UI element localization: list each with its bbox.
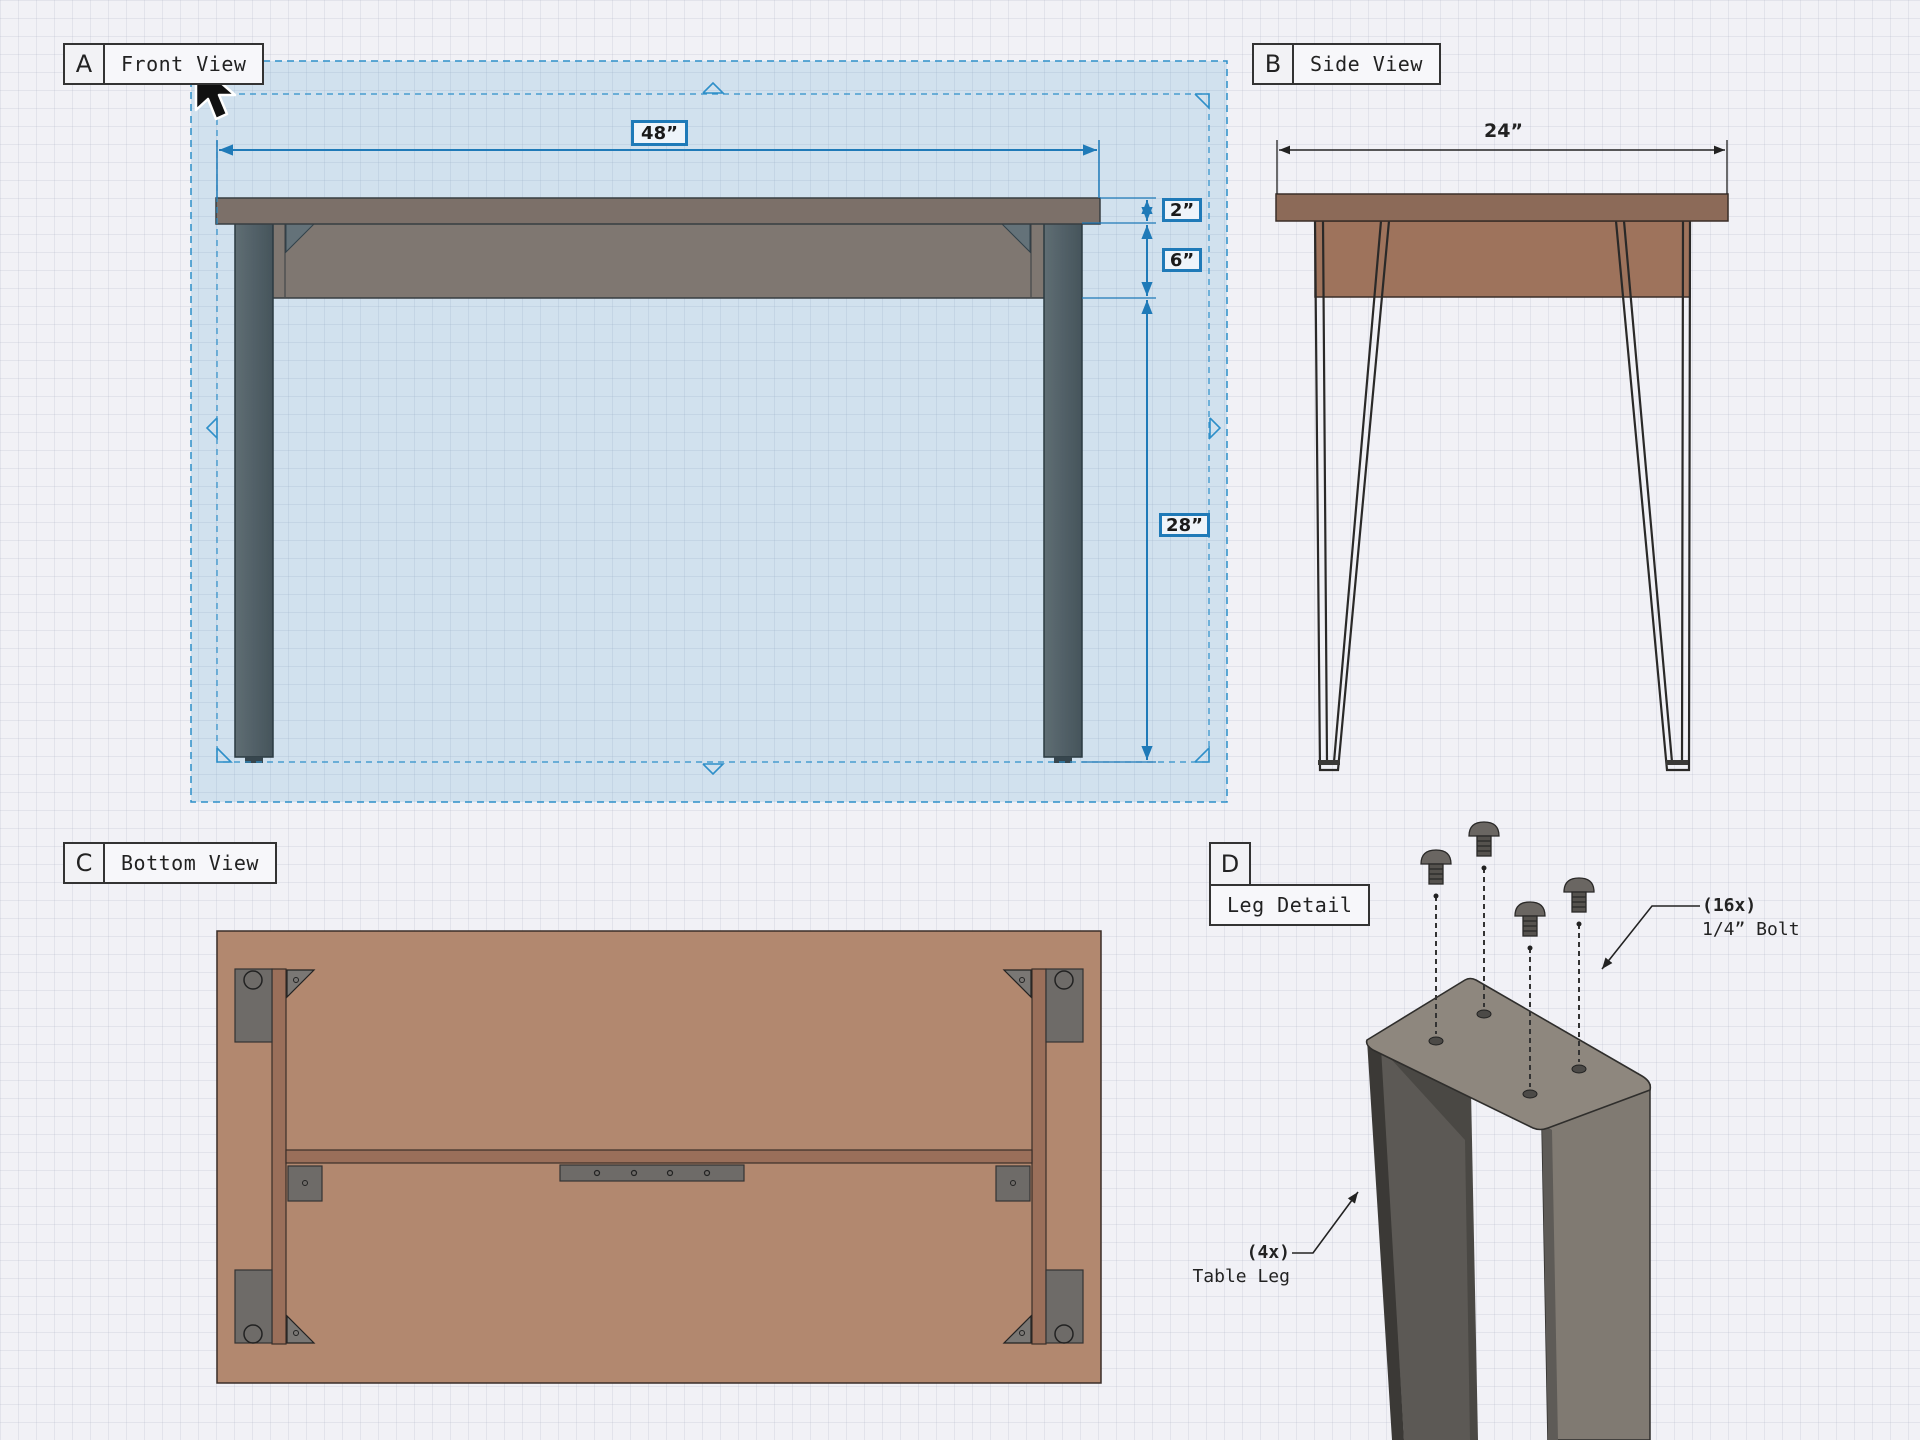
leg-front-face <box>1541 1083 1651 1440</box>
selection-box[interactable] <box>190 60 1228 803</box>
drawing-canvas <box>190 59 1729 1440</box>
dimension-label-width[interactable]: 48” <box>631 120 688 146</box>
side-hairpin-leg-left <box>1313 220 1391 772</box>
side-hairpin-leg-right <box>1614 220 1692 772</box>
bottom-mid-bracket <box>995 1165 1031 1202</box>
side-view-table <box>1275 193 1729 772</box>
panel-title: Front View <box>105 43 265 85</box>
bottom-leg-plate <box>234 968 273 1043</box>
callout-leg-qty: (4x) <box>1246 1242 1290 1263</box>
panel-title: Side View <box>1294 43 1441 85</box>
leg-detail-illustration <box>1365 977 1652 1440</box>
panel-letter: B <box>1252 43 1294 85</box>
panel-title: Bottom View <box>105 842 277 884</box>
callout-bolt: (16x) 1/4” Bolt <box>1702 894 1800 942</box>
panel-letter: A <box>63 43 105 85</box>
callout-leg: (4x) Table Leg <box>1180 1241 1290 1289</box>
side-apron <box>1314 220 1691 298</box>
dimension-line-side <box>1276 140 1728 194</box>
dimension-label-leg-height[interactable]: 28” <box>1159 513 1210 537</box>
bottom-leg-plate <box>234 1269 273 1344</box>
bottom-apron-left <box>271 968 287 1345</box>
panel-letter: D <box>1209 842 1251 884</box>
bottom-view-table <box>216 930 1102 1384</box>
panel-letter: C <box>63 842 105 884</box>
bottom-mid-bracket <box>287 1165 323 1202</box>
bottom-leg-plate <box>1045 968 1084 1043</box>
panel-tag-leg-detail[interactable]: D Leg Detail <box>1209 842 1371 926</box>
dimension-label-apron-height[interactable]: 6” <box>1162 248 1202 272</box>
panel-tag-bottom-view[interactable]: C Bottom View <box>63 842 277 884</box>
callout-bolt-qty: (16x) <box>1702 895 1757 916</box>
bottom-center-plate <box>559 1164 745 1182</box>
dimension-label-depth: 24” <box>1484 120 1523 142</box>
callout-leg-label: Table Leg <box>1192 1266 1290 1287</box>
panel-tag-side-view[interactable]: B Side View <box>1252 43 1441 85</box>
bottom-leg-plate <box>1045 1269 1084 1344</box>
dimension-label-top-thickness[interactable]: 2” <box>1162 198 1202 222</box>
panel-tag-front-view[interactable]: A Front View <box>63 43 265 85</box>
bottom-center-rail <box>285 1149 1033 1164</box>
panel-title: Leg Detail <box>1209 884 1371 926</box>
side-tabletop <box>1275 193 1729 222</box>
bottom-apron-right <box>1031 968 1047 1345</box>
callout-bolt-label: 1/4” Bolt <box>1702 919 1800 940</box>
